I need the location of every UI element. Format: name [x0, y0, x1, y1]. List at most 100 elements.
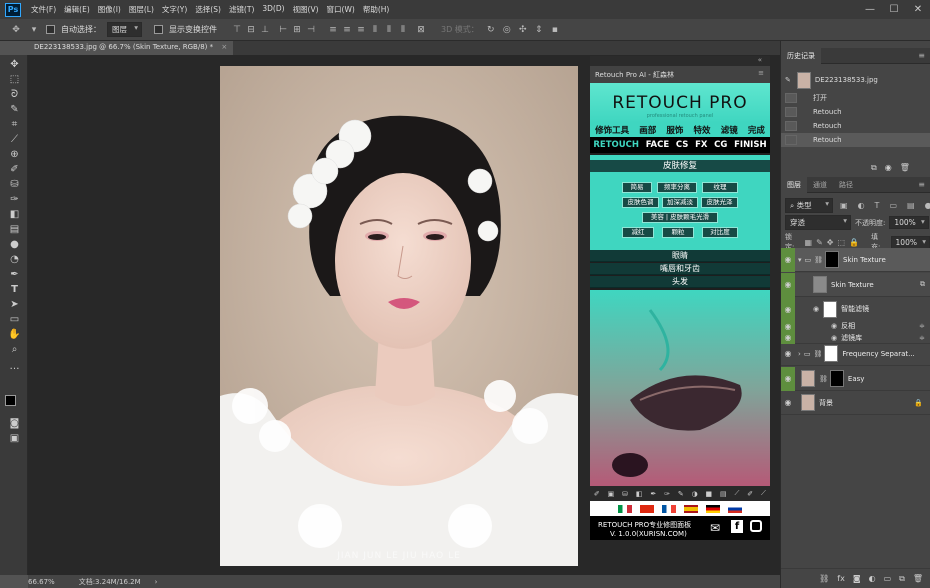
btn-contrast[interactable]: 对比度 [702, 227, 738, 238]
align-right-icon[interactable]: ⊣ [305, 25, 317, 35]
tab-paths[interactable]: 路径 [833, 177, 859, 193]
visibility-eye-icon[interactable]: ◉ [781, 366, 795, 391]
tab-finish[interactable]: FINISH [734, 140, 766, 150]
tab-face[interactable]: FACE [646, 140, 669, 150]
btn-reduce-red[interactable]: 减红 [622, 227, 654, 238]
brush-tool-icon[interactable]: ✐ [7, 163, 22, 176]
marquee-tool-icon[interactable]: ⬚ [7, 73, 22, 86]
layer-row-frequency-separation[interactable]: ◉ › ▭ ⛓ Frequency Separat... [781, 342, 930, 366]
filter-eye-icon[interactable]: ◉ [831, 334, 837, 342]
history-item[interactable]: Retouch [781, 119, 930, 133]
lock-icon[interactable]: 🔒 [914, 399, 923, 407]
tool-brush-icon[interactable]: ✐ [594, 490, 600, 498]
layer-row-smart-filters[interactable]: ◉ ◉ 智能滤镜 [781, 297, 930, 321]
nav-cn-finish[interactable]: 完成 [748, 124, 765, 136]
layer-mask-thumbnail[interactable] [829, 370, 844, 387]
foreground-color-swatch[interactable] [5, 395, 16, 406]
history-item[interactable]: 打开 [781, 91, 930, 105]
close-tab-icon[interactable]: × [221, 43, 227, 51]
nav-cn-face[interactable]: 画部 [639, 124, 656, 136]
3d-slide-icon[interactable]: ⇕ [533, 25, 545, 35]
smart-filter-icon[interactable]: ⧉ [920, 280, 925, 289]
fill-input[interactable]: 100% [890, 235, 930, 249]
quick-select-tool-icon[interactable]: ✎ [7, 103, 22, 116]
visibility-eye-icon[interactable]: ◉ [781, 320, 795, 332]
opacity-input[interactable]: 100% [889, 216, 929, 229]
quick-mask-icon[interactable]: ◙ [7, 417, 22, 430]
tool-eyedrop-icon[interactable]: ⟋ [735, 489, 740, 498]
tool-pencil-icon[interactable]: ✎ [678, 490, 684, 498]
distribute-top-icon[interactable]: ≡ [327, 25, 339, 35]
filter-mask-thumbnail[interactable] [823, 300, 838, 318]
menu-item[interactable]: 图像(I) [94, 4, 125, 15]
maximize-icon[interactable]: ☐ [882, 0, 906, 19]
move-tool-icon[interactable]: ✥ [7, 58, 22, 71]
nav-cn-cs[interactable]: 服饰 [666, 124, 683, 136]
screen-mode-icon[interactable]: ▣ [7, 432, 22, 445]
distribute-right-icon[interactable]: ⦀ [397, 25, 409, 35]
new-document-from-state-icon[interactable]: ⧉ [871, 163, 877, 173]
mail-icon[interactable]: ✉ [710, 521, 720, 535]
tab-retouch[interactable]: RETOUCH [593, 140, 639, 150]
new-group-icon[interactable]: ▭ [884, 574, 892, 583]
tool-dropper-icon[interactable]: ⟋ [761, 489, 766, 498]
filter-pixel-icon[interactable]: ▣ [840, 201, 848, 210]
menu-item[interactable]: 文件(F) [27, 4, 60, 15]
blur-tool-icon[interactable]: ● [7, 238, 22, 251]
btn-texture[interactable]: 纹理 [702, 182, 738, 193]
lock-position-icon[interactable]: ✥ [827, 238, 834, 247]
type-tool-icon[interactable]: T [7, 283, 22, 296]
tool-camera-icon[interactable]: ▣ [608, 490, 615, 498]
rectangle-tool-icon[interactable]: ▭ [7, 313, 22, 326]
menu-item[interactable]: 滤镜(T) [225, 4, 258, 15]
layer-row-skin-texture-smart[interactable]: ◉ Skin Texture ⧉ [781, 272, 930, 297]
path-select-tool-icon[interactable]: ➤ [7, 298, 22, 311]
layer-row-easy[interactable]: ◉ ⛓ Easy [781, 366, 930, 391]
filter-shape-icon[interactable]: ▭ [889, 201, 897, 210]
filter-options-icon[interactable]: ≑ [919, 322, 925, 330]
add-mask-icon[interactable]: ◙ [853, 574, 861, 583]
lock-artboard-icon[interactable]: ⬚ [837, 238, 845, 247]
nav-cn-fx[interactable]: 特效 [694, 124, 711, 136]
history-item-current[interactable]: Retouch [781, 133, 930, 147]
btn-grain[interactable]: 颗粒 [662, 227, 694, 238]
link-layers-icon[interactable]: ⛓ [819, 574, 829, 583]
eyedropper-tool-icon[interactable]: ⟋ [7, 133, 22, 146]
auto-select-checkbox[interactable] [46, 25, 55, 34]
delete-layer-icon[interactable]: 🗑 [913, 574, 923, 583]
filter-adjust-icon[interactable]: ◐ [858, 201, 865, 210]
delete-state-icon[interactable]: 🗑 [900, 163, 910, 173]
menu-item[interactable]: 帮助(H) [359, 4, 394, 15]
layer-thumbnail[interactable] [801, 370, 815, 387]
btn-skin-glow[interactable]: 皮肤光泽 [701, 197, 738, 208]
menu-item[interactable]: 3D(D) [258, 4, 288, 15]
nav-cn-retouch[interactable]: 修饰工具 [595, 124, 629, 136]
filter-type-icon[interactable]: T [875, 201, 880, 210]
3d-drag-icon[interactable]: ✣ [517, 25, 529, 35]
layer-thumbnail[interactable] [801, 394, 815, 411]
align-top-icon[interactable]: ⊤ [231, 25, 243, 35]
layer-mask-thumbnail[interactable] [824, 345, 839, 362]
mask-link-icon[interactable]: ⛓ [813, 350, 822, 358]
visibility-eye-icon[interactable]: ◉ [781, 391, 795, 415]
gradient-tool-icon[interactable]: ▤ [7, 223, 22, 236]
instagram-icon[interactable] [750, 520, 762, 532]
auto-select-target[interactable]: 图层 [107, 22, 142, 37]
zoom-level[interactable]: 66.67% [28, 578, 55, 586]
tool-pen-icon[interactable]: ✒ [650, 490, 656, 498]
skin-repair-header[interactable]: 皮肤修复 [590, 160, 770, 172]
more-tools-icon[interactable]: … [7, 360, 22, 373]
tab-fx[interactable]: FX [695, 140, 707, 150]
distribute-bottom-icon[interactable]: ≡ [355, 25, 367, 35]
tool-eraser-icon[interactable]: ◧ [636, 490, 643, 498]
zoom-tool-icon[interactable]: ⌕ [7, 343, 22, 356]
tab-layers[interactable]: 图层 [781, 176, 807, 193]
layer-row-background[interactable]: ◉ 背景 🔒 [781, 391, 930, 415]
layer-mask-thumbnail[interactable] [825, 251, 840, 268]
tool-square-icon[interactable]: ■ [706, 490, 713, 498]
align-left-icon[interactable]: ⊢ [277, 25, 289, 35]
mask-link-icon[interactable]: ⛓ [814, 256, 823, 264]
clone-stamp-tool-icon[interactable]: ⛁ [7, 178, 22, 191]
mask-link-icon[interactable]: ⛓ [819, 375, 828, 383]
close-icon[interactable]: ✕ [906, 0, 930, 19]
